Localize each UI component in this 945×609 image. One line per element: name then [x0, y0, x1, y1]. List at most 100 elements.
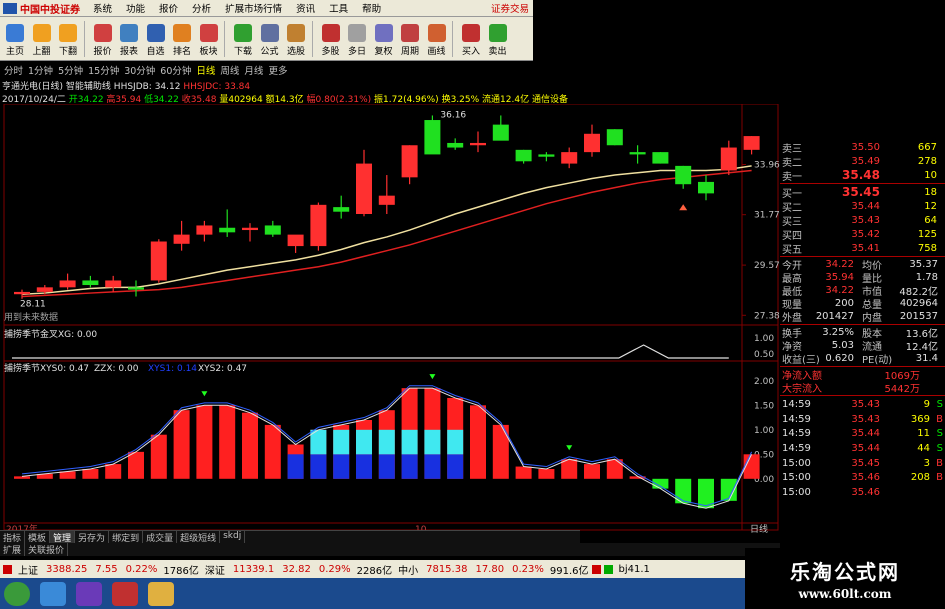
ie-icon[interactable]	[40, 581, 66, 606]
toolbar-button-period[interactable]: 周期	[397, 17, 423, 57]
period-tab[interactable]: 15分钟	[88, 63, 119, 77]
candle-body[interactable]	[59, 280, 76, 288]
folder-icon[interactable]	[148, 581, 174, 606]
menu-item[interactable]: 帮助	[355, 1, 388, 15]
toolbar-button-download[interactable]: 下载	[230, 17, 256, 57]
orderbook-row[interactable]: 卖一 35.48 10	[780, 168, 945, 183]
candle-body[interactable]	[333, 207, 350, 212]
candle-body[interactable]	[150, 241, 167, 281]
toolbar-button-pick[interactable]: 选股	[283, 17, 309, 57]
toolbar-button-report[interactable]: 报表	[116, 17, 142, 57]
indicator-tab[interactable]: 指标	[0, 531, 26, 544]
orderbook-row[interactable]: 买一 35.45 18	[780, 185, 945, 200]
candle-body[interactable]	[675, 165, 692, 185]
toolbar-button-multi[interactable]: 多股	[318, 17, 344, 57]
orderbook-row[interactable]: 卖三 35.50 667	[780, 140, 945, 155]
media-icon[interactable]	[76, 581, 102, 606]
candle-body[interactable]	[720, 147, 737, 171]
toolbar-button-restore[interactable]: 复权	[371, 17, 397, 57]
toolbar-button-home[interactable]: 主页	[2, 17, 28, 57]
period-tab[interactable]: 60分钟	[160, 63, 191, 77]
candle-body[interactable]	[82, 280, 99, 286]
period-tab[interactable]: 日线	[196, 63, 215, 77]
candle-body[interactable]	[310, 204, 327, 247]
toolbar-button-draw[interactable]: 画线	[424, 17, 450, 57]
broker-app-icon[interactable]	[112, 581, 138, 606]
menu-item[interactable]: 系统	[86, 1, 119, 15]
period-tab[interactable]: 30分钟	[124, 63, 155, 77]
indicator-tab[interactable]: 绑定到	[109, 531, 144, 544]
menu-item[interactable]: 分析	[185, 1, 218, 15]
orderbook-row[interactable]: 买三 35.43 64	[780, 213, 945, 228]
orderbook-row[interactable]: 买五 35.41 758	[780, 241, 945, 256]
candle-body[interactable]	[36, 287, 53, 292]
indicator-tab[interactable]: 管理	[50, 531, 76, 544]
start-icon[interactable]	[4, 581, 30, 606]
candle-body[interactable]	[606, 129, 623, 146]
indicator-tab[interactable]: 另存为	[75, 531, 110, 544]
indicator-tab[interactable]: skdj	[220, 531, 246, 543]
orderbook-row[interactable]: 卖二 35.49 278	[780, 154, 945, 169]
toolbar-button-rank[interactable]: 排名	[169, 17, 195, 57]
toolbar-button-formula[interactable]: 公式	[257, 17, 283, 57]
menu-item[interactable]: 工具	[322, 1, 355, 15]
candle-body[interactable]	[242, 227, 258, 231]
blue-segment	[333, 454, 350, 479]
indicator-tab[interactable]: 超级短线	[177, 531, 221, 544]
candle-body[interactable]	[492, 124, 509, 141]
period-tab[interactable]: 1分钟	[28, 63, 53, 77]
candle-body[interactable]	[196, 225, 213, 235]
extra-tab[interactable]: 关联报价	[25, 543, 69, 556]
menu-item[interactable]: 报价	[152, 1, 185, 15]
sz-name[interactable]: 深证	[205, 562, 225, 577]
sh-name[interactable]: 上证	[18, 562, 38, 577]
candle-body[interactable]	[652, 152, 669, 164]
candle-body[interactable]	[264, 225, 281, 235]
candle-body[interactable]	[743, 136, 760, 150]
candle-body[interactable]	[424, 120, 441, 155]
toolbar-button-sell[interactable]: 卖出	[485, 17, 511, 57]
period-tab[interactable]: 5分钟	[58, 63, 83, 77]
toolbar-button-quote[interactable]: 报价	[90, 17, 116, 57]
broker-logo[interactable]: 中国中投证券	[0, 0, 86, 17]
candle-body[interactable]	[356, 163, 372, 214]
candle-body[interactable]	[287, 234, 304, 247]
candle-body[interactable]	[173, 234, 190, 244]
trade-link[interactable]: 证券交易	[491, 1, 529, 15]
toolbar-button-multiday[interactable]: 多日	[344, 17, 370, 57]
menu-item[interactable]: 功能	[119, 1, 152, 15]
candle-body[interactable]	[14, 291, 30, 295]
candle-body[interactable]	[105, 280, 122, 288]
toolbar-button-arrow-down[interactable]: 下翻	[55, 17, 81, 57]
candle-body[interactable]	[378, 195, 395, 205]
toolbar-button-buy[interactable]: 买入	[458, 17, 484, 57]
orderbook-row[interactable]: 买二 35.44 12	[780, 199, 945, 214]
kline-chart[interactable]: 33.96 31.77 29.57 27.38 36.16 28.11用到未来数据捕捞季节…	[0, 104, 780, 544]
candle-body[interactable]	[584, 133, 600, 153]
candle-body[interactable]	[128, 287, 144, 290]
candle-body[interactable]	[561, 152, 578, 164]
indicator-tab[interactable]: 成交量	[143, 531, 178, 544]
orderbook-row[interactable]: 买四 35.42 125	[780, 227, 945, 242]
zx-name[interactable]: 中小	[398, 562, 418, 577]
toolbar-button-arrow-up[interactable]: 上翻	[29, 17, 55, 57]
toolbar-button-f6[interactable]: 自选	[143, 17, 169, 57]
candle-body[interactable]	[401, 145, 418, 178]
candle-body[interactable]	[629, 152, 646, 155]
candle-body[interactable]	[538, 154, 555, 157]
period-tab[interactable]: 分时	[4, 63, 23, 77]
extra-tab[interactable]: 扩展	[0, 543, 26, 556]
candle-body[interactable]	[470, 142, 486, 146]
zx-value: 7815.38	[426, 563, 468, 575]
toolbar-button-sector[interactable]: 板块	[196, 17, 222, 57]
candle-body[interactable]	[219, 227, 236, 233]
candle-body[interactable]	[515, 149, 532, 162]
candle-body[interactable]	[447, 142, 464, 148]
period-tab[interactable]: 月线	[244, 63, 263, 77]
menu-item[interactable]: 资讯	[289, 1, 322, 15]
period-tab[interactable]: 周线	[220, 63, 239, 77]
candle-body[interactable]	[698, 181, 714, 194]
indicator-tab[interactable]: 模板	[25, 531, 51, 544]
menu-item[interactable]: 扩展市场行情	[218, 1, 289, 15]
period-tab[interactable]: 更多	[268, 63, 287, 77]
